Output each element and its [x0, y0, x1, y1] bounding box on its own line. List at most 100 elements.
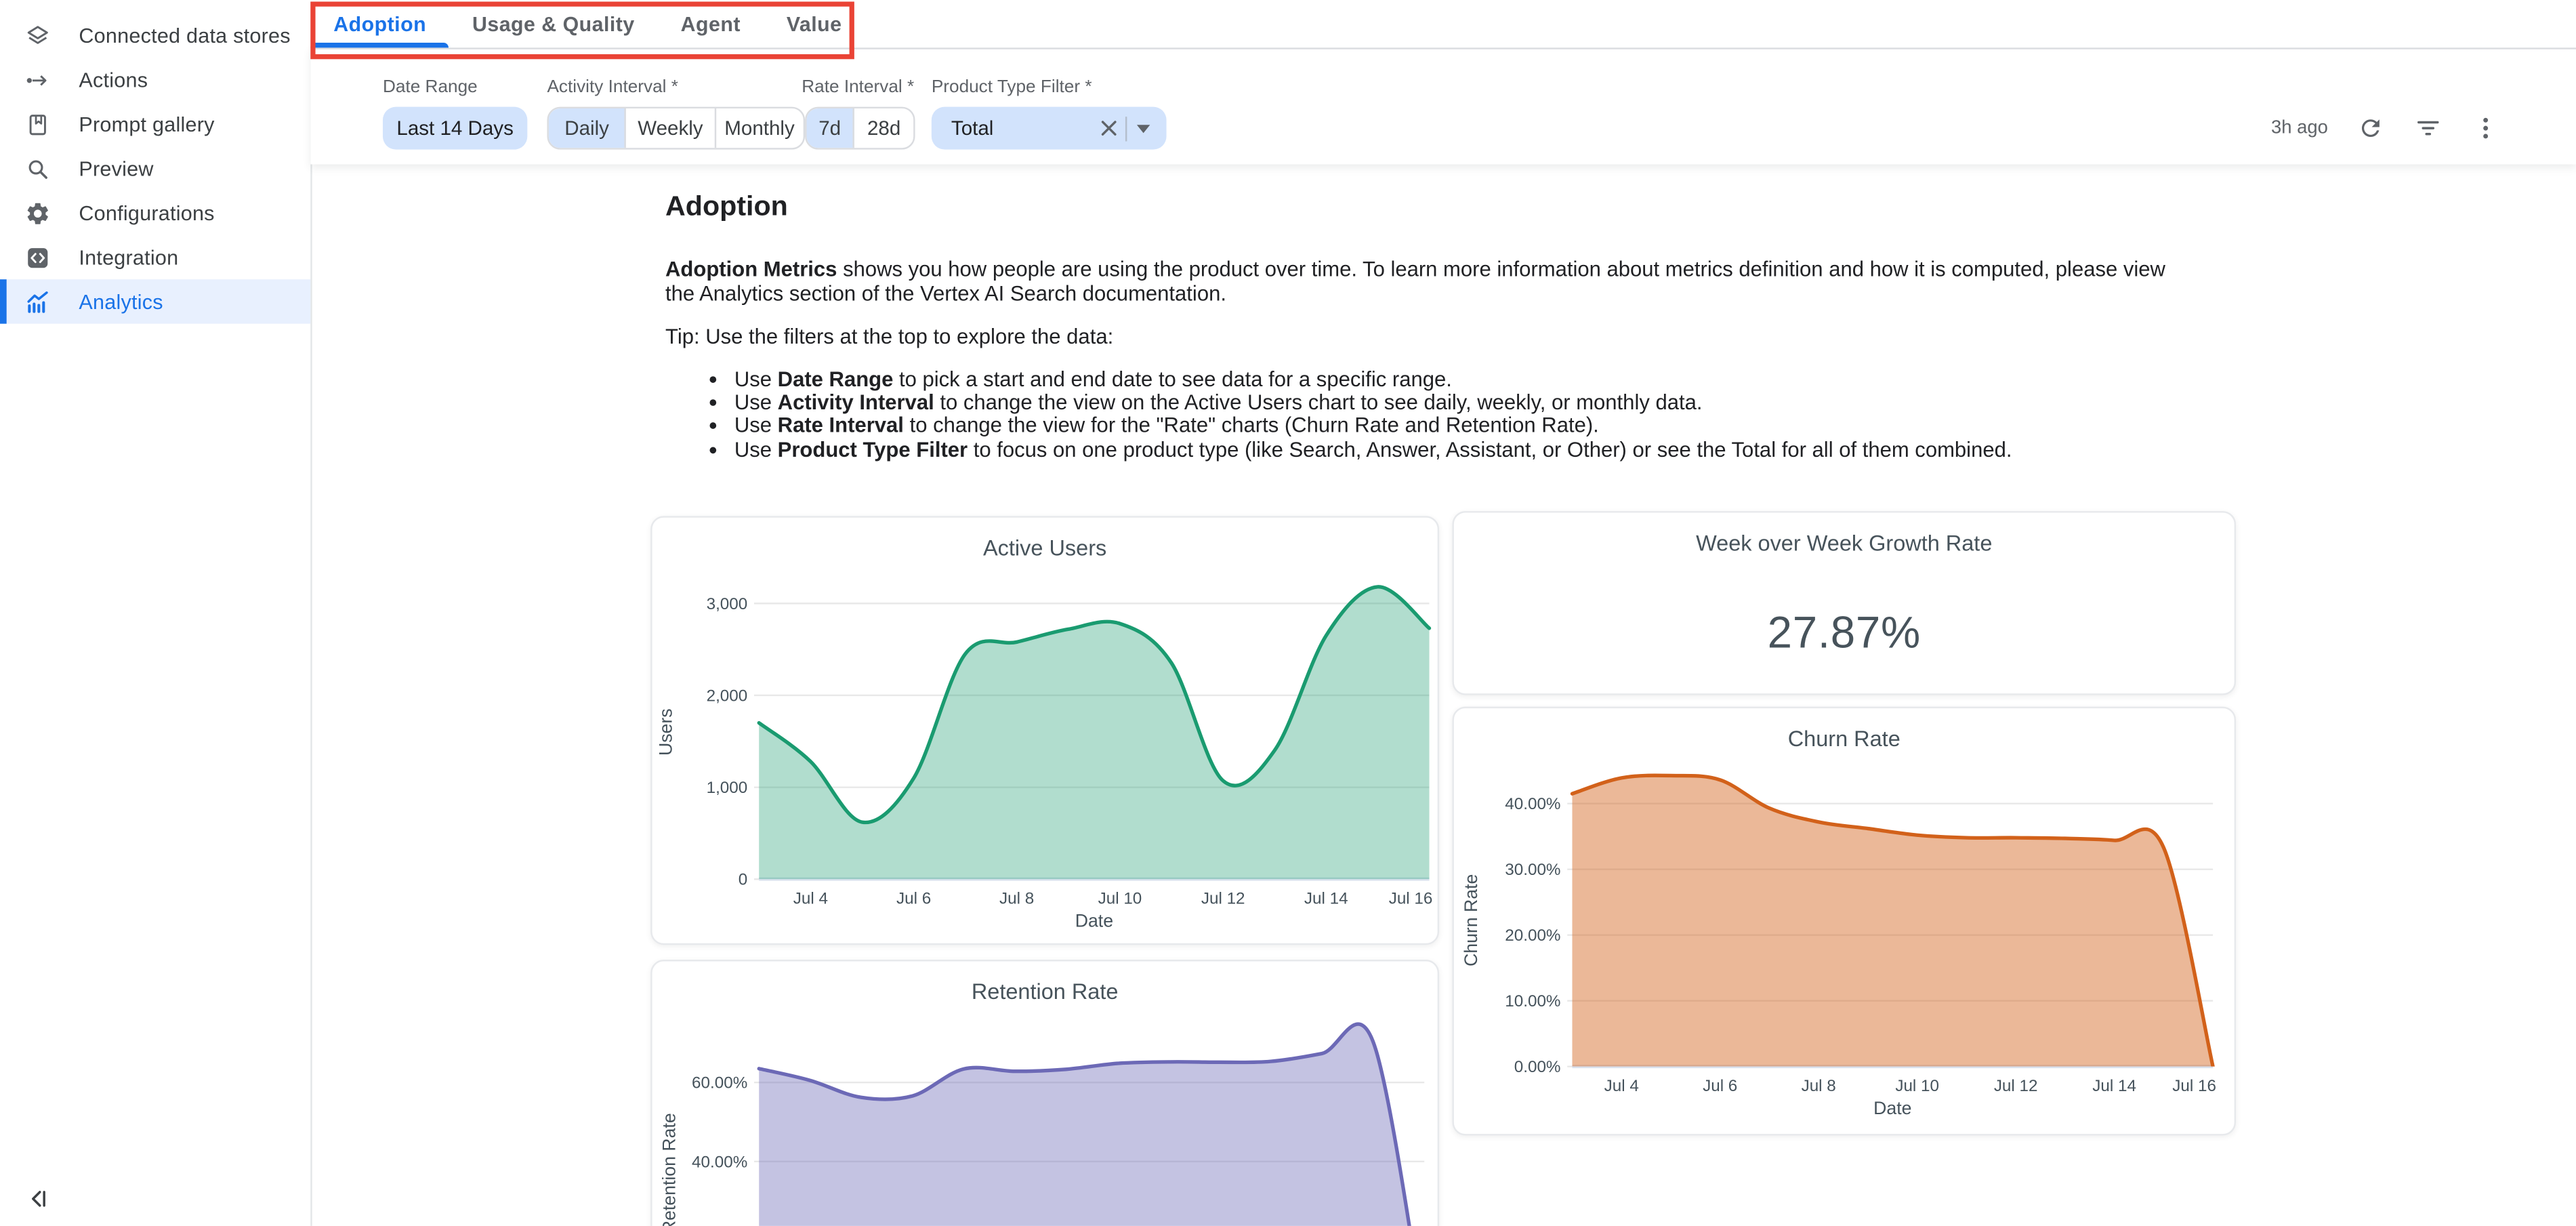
- collapse-sidebar-icon[interactable]: [22, 1181, 54, 1214]
- activity-interval-weekly[interactable]: Weekly: [627, 108, 716, 148]
- filter-list-icon[interactable]: [2413, 113, 2443, 143]
- list-item: Use Product Type Filter to focus on one …: [734, 438, 2200, 462]
- sidebar-item-connected-data-stores[interactable]: Connected data stores: [0, 13, 310, 57]
- rate-interval-7d[interactable]: 7d: [807, 108, 855, 148]
- svg-text:Churn Rate: Churn Rate: [1461, 874, 1481, 966]
- app-window: Connected data stores Actions Prompt gal…: [0, 0, 2576, 1226]
- activity-interval-label: Activity Interval *: [547, 77, 678, 97]
- svg-text:Jul 10: Jul 10: [1098, 890, 1142, 908]
- sidebar-item-label: Preview: [79, 157, 153, 180]
- sidebar-item-label: Connected data stores: [79, 24, 290, 47]
- more-options-kebab-icon[interactable]: [2471, 113, 2501, 143]
- retention-rate-card: 0.00%20.00%40.00%60.00%Jul 4Jul 6Jul 8Ju…: [650, 960, 1439, 1226]
- svg-text:Jul 10: Jul 10: [1895, 1077, 1939, 1095]
- data-stores-icon: [24, 22, 51, 49]
- tab-usage-quality[interactable]: Usage & Quality: [449, 0, 658, 47]
- metric-value: 27.87%: [1454, 608, 2235, 659]
- prompt-gallery-icon: [24, 111, 51, 138]
- churn-rate-chart: 0.00% 10.00% 20.00% 30.00% 40.00% Jul 4 Jul 6 J…: [1454, 708, 2236, 1135]
- sidebar-item-label: Actions: [79, 68, 148, 91]
- active-users-card: 0 1,000 2,000 3,000 Jul 4 Jul 6 Jul 8 Jul 10 Jul…: [650, 516, 1439, 945]
- svg-text:Jul 4: Jul 4: [1604, 1077, 1639, 1095]
- sidebar-item-integration[interactable]: Integration: [0, 235, 310, 279]
- active-users-chart: 0 1,000 2,000 3,000 Jul 4 Jul 6 Jul 8 Jul 10 Jul…: [652, 518, 1439, 945]
- refresh-icon[interactable]: [2356, 113, 2386, 143]
- list-item: Use Rate Interval to change the view for…: [734, 415, 2200, 438]
- svg-text:Jul 16: Jul 16: [2172, 1077, 2216, 1095]
- date-range-button[interactable]: Last 14 Days: [383, 107, 527, 150]
- svg-text:Jul 6: Jul 6: [896, 890, 931, 908]
- tab-adoption[interactable]: Adoption: [310, 0, 449, 47]
- activity-interval-segmented: Daily Weekly Monthly: [547, 107, 805, 150]
- svg-text:Jul 12: Jul 12: [1994, 1077, 2038, 1095]
- sidebar-item-label: Integration: [79, 245, 178, 268]
- actions-icon: [24, 66, 51, 93]
- sidebar-item-label: Configurations: [79, 201, 214, 224]
- sidebar-item-preview[interactable]: Preview: [0, 146, 310, 190]
- wow-growth-rate-card: Week over Week Growth Rate 27.87%: [1452, 511, 2236, 695]
- chart-title: Churn Rate: [1454, 727, 2235, 751]
- docs-section: Adoption Adoption Metrics shows you how …: [665, 190, 2200, 462]
- svg-text:0: 0: [739, 871, 747, 889]
- sidebar-item-label: Analytics: [79, 290, 163, 313]
- sidebar-item-analytics[interactable]: Analytics: [0, 279, 310, 323]
- activity-interval-monthly[interactable]: Monthly: [715, 108, 803, 148]
- select-divider: [1125, 116, 1127, 140]
- sidebar-item-actions[interactable]: Actions: [0, 58, 310, 102]
- clear-filter-icon[interactable]: [1099, 119, 1119, 138]
- chart-title: Retention Rate: [652, 979, 1438, 1004]
- svg-text:2,000: 2,000: [707, 687, 748, 705]
- integration-icon: [24, 244, 51, 270]
- analytics-icon: [24, 289, 51, 315]
- page-title: Adoption: [665, 190, 2200, 223]
- tab-value[interactable]: Value: [764, 0, 865, 47]
- svg-text:3,000: 3,000: [707, 595, 748, 613]
- main-content: Adoption Adoption Metrics shows you how …: [310, 164, 2576, 1225]
- svg-text:1,000: 1,000: [707, 779, 748, 797]
- tips-list: Use Date Range to pick a start and end d…: [665, 368, 2200, 462]
- preview-icon: [24, 155, 51, 182]
- list-item: Use Activity Interval to change the view…: [734, 391, 2200, 415]
- svg-text:20.00%: 20.00%: [1505, 926, 1560, 945]
- svg-text:10.00%: 10.00%: [1505, 992, 1560, 1010]
- rate-interval-28d[interactable]: 28d: [854, 108, 913, 148]
- svg-text:Users: Users: [656, 708, 676, 756]
- svg-text:30.00%: 30.00%: [1505, 861, 1560, 879]
- product-type-filter-value: Total: [951, 117, 1099, 140]
- svg-text:40.00%: 40.00%: [692, 1153, 747, 1171]
- sidebar-item-prompt-gallery[interactable]: Prompt gallery: [0, 102, 310, 146]
- sidebar: Connected data stores Actions Prompt gal…: [0, 0, 312, 1226]
- chevron-down-icon[interactable]: [1137, 124, 1150, 132]
- list-item: Use Date Range to pick a start and end d…: [734, 368, 2200, 392]
- svg-text:Jul 8: Jul 8: [999, 890, 1034, 908]
- date-range-label: Date Range: [383, 77, 478, 97]
- tab-bar: Adoption Usage & Quality Agent Value: [310, 0, 2576, 49]
- svg-text:Jul 8: Jul 8: [1802, 1077, 1836, 1095]
- rate-interval-segmented: 7d 28d: [805, 107, 915, 150]
- svg-text:Jul 12: Jul 12: [1201, 890, 1245, 908]
- filter-bar: Date Range Last 14 Days Activity Interva…: [310, 47, 2576, 164]
- intro-paragraph: Adoption Metrics shows you how people ar…: [665, 258, 2200, 306]
- last-refreshed-text: 3h ago: [2271, 119, 2328, 138]
- rate-interval-label: Rate Interval *: [802, 77, 914, 97]
- svg-text:60.00%: 60.00%: [692, 1074, 747, 1092]
- svg-text:Jul 4: Jul 4: [793, 890, 828, 908]
- svg-text:Jul 6: Jul 6: [1703, 1077, 1737, 1095]
- activity-interval-daily[interactable]: Daily: [549, 108, 627, 148]
- tip-line: Tip: Use the filters at the top to explo…: [665, 326, 2200, 350]
- svg-text:40.00%: 40.00%: [1505, 795, 1560, 813]
- product-type-filter-label: Product Type Filter *: [932, 77, 1092, 97]
- chart-title: Week over Week Growth Rate: [1454, 531, 2235, 555]
- churn-rate-card: 0.00% 10.00% 20.00% 30.00% 40.00% Jul 4 Jul 6 J…: [1452, 707, 2236, 1136]
- chart-title: Active Users: [652, 535, 1438, 560]
- sidebar-item-configurations[interactable]: Configurations: [0, 190, 310, 234]
- svg-text:0.00%: 0.00%: [1514, 1058, 1561, 1076]
- svg-text:Jul 14: Jul 14: [2092, 1077, 2136, 1095]
- product-type-filter-select[interactable]: Total: [932, 107, 1167, 150]
- sidebar-item-label: Prompt gallery: [79, 113, 214, 136]
- tab-agent[interactable]: Agent: [658, 0, 764, 47]
- configurations-icon: [24, 200, 51, 226]
- svg-text:Date: Date: [1075, 911, 1113, 931]
- svg-text:Jul 16: Jul 16: [1389, 890, 1433, 908]
- svg-text:Date: Date: [1873, 1098, 1911, 1118]
